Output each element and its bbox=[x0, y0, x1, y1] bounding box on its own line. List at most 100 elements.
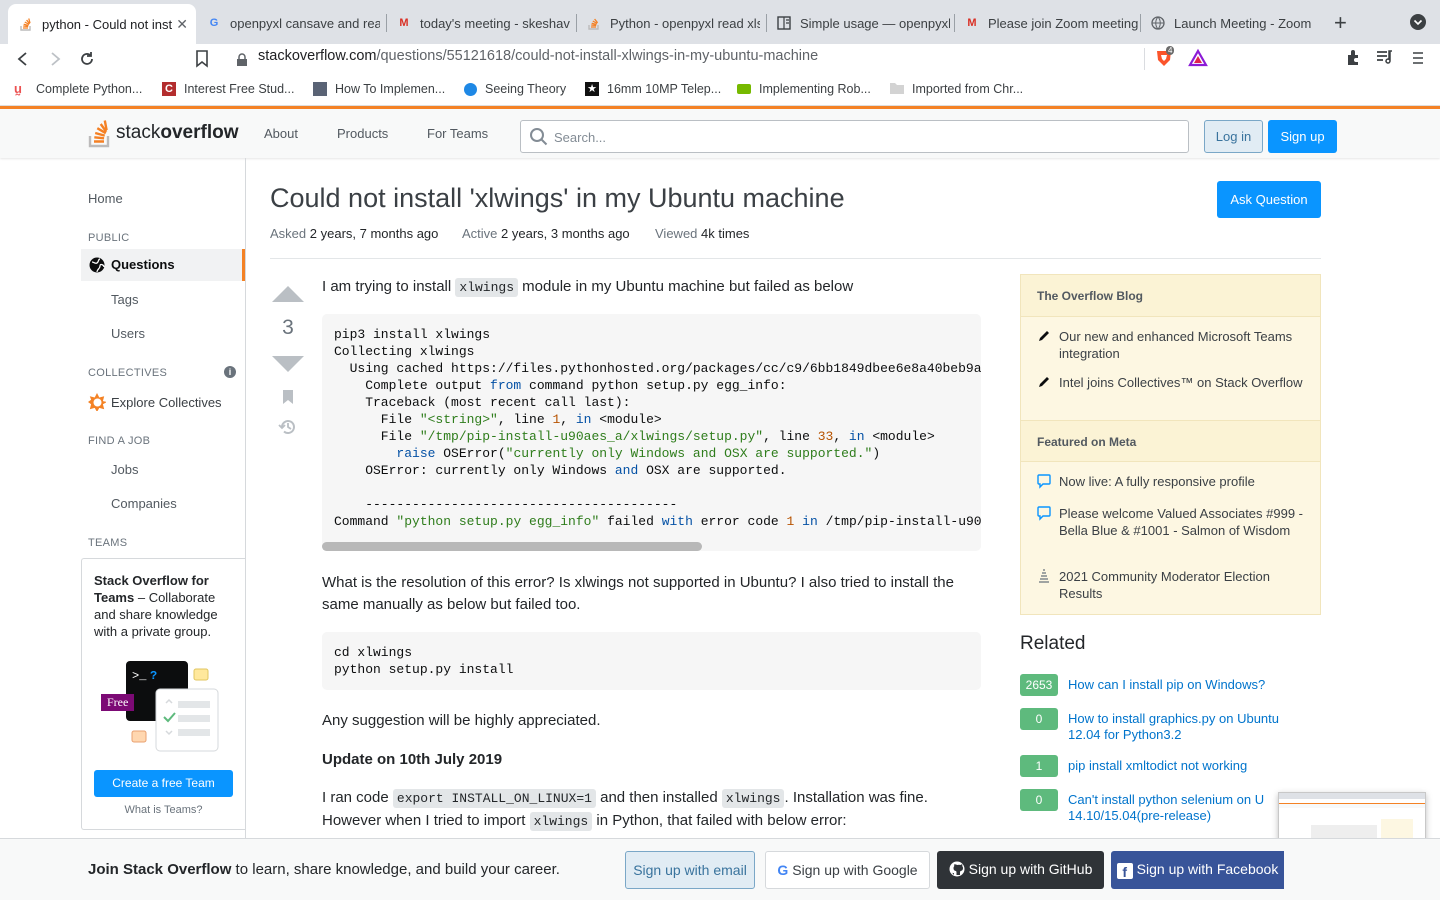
related-item[interactable]: 2653 How can I install pip on Windows? bbox=[1020, 674, 1320, 696]
code-text: /tmp/pip-install-u90 bbox=[817, 514, 981, 529]
create-team-button[interactable]: Create a free Team bbox=[94, 770, 233, 797]
bookmark-label: How To Implemen... bbox=[335, 82, 446, 96]
tab-python-openpyxl-read[interactable]: Python - openpyxl read xls bbox=[576, 8, 766, 38]
nav-teams-heading: TEAMS bbox=[88, 537, 128, 549]
info-icon[interactable]: i bbox=[224, 366, 236, 378]
related-title[interactable]: pip install xmltodict not working bbox=[1068, 758, 1247, 777]
code-string: "<string>" bbox=[419, 412, 498, 427]
brave-shield-icon[interactable]: 4 bbox=[1154, 46, 1175, 68]
url-path: /questions/55121618/could-not-install-xl… bbox=[376, 48, 819, 64]
bookmark-question-icon[interactable] bbox=[281, 389, 295, 410]
close-tab-icon[interactable]: ✕ bbox=[176, 16, 188, 33]
blog-link-intel-collectives[interactable]: Intel joins Collectives™ on Stack Overfl… bbox=[1059, 374, 1309, 391]
signup-github-button[interactable]: Sign up with GitHub bbox=[937, 851, 1104, 889]
text: module in my Ubuntu machine but failed a… bbox=[518, 278, 854, 295]
globe-favicon-icon bbox=[1150, 15, 1166, 31]
code-text: <module> bbox=[864, 429, 935, 444]
tab-launch-meeting-zoom[interactable]: Launch Meeting - Zoom bbox=[1140, 8, 1318, 38]
blog-link-teams-integration[interactable]: Our new and enhanced Microsoft Teams int… bbox=[1059, 328, 1309, 362]
nav-companies[interactable]: Companies bbox=[111, 496, 177, 511]
code-text: OSError: currently only Windows bbox=[334, 463, 615, 478]
nvidia-icon bbox=[737, 84, 751, 94]
collectives-icon bbox=[88, 393, 106, 411]
related-title[interactable]: How can I install pip on Windows? bbox=[1068, 677, 1265, 696]
folder-icon bbox=[890, 82, 904, 96]
ask-question-button[interactable]: Ask Question bbox=[1217, 181, 1321, 218]
back-icon[interactable] bbox=[14, 50, 32, 73]
downvote-icon[interactable] bbox=[271, 355, 305, 378]
code-horizontal-scrollbar[interactable] bbox=[322, 542, 702, 551]
nav-home[interactable]: Home bbox=[88, 191, 123, 206]
signup-email-button[interactable]: Sign up with email bbox=[625, 851, 755, 889]
nav-tags[interactable]: Tags bbox=[111, 292, 138, 307]
banner-text: Join Stack Overflow to learn, share know… bbox=[88, 861, 560, 878]
bookmark-16mm[interactable]: ★ 16mm 10MP Telep... bbox=[585, 82, 721, 96]
tab-search-icon[interactable] bbox=[1410, 14, 1426, 30]
code-text: File bbox=[334, 412, 420, 427]
nav-collectives-heading: COLLECTIVES bbox=[88, 367, 168, 379]
bookmark-implementing-rob[interactable]: Implementing Rob... bbox=[737, 82, 871, 96]
code-line: Collecting xlwings bbox=[334, 344, 475, 359]
so-logo[interactable]: stack overflow bbox=[88, 117, 238, 149]
reload-icon[interactable] bbox=[77, 49, 97, 74]
code-text: ) bbox=[872, 446, 881, 461]
bookmark-seeing-theory[interactable]: Seeing Theory bbox=[464, 82, 566, 96]
question-title[interactable]: Could not install 'xlwings' in my Ubuntu… bbox=[270, 183, 845, 214]
bookmark-complete-python[interactable]: ṵ Complete Python... bbox=[14, 81, 142, 97]
related-item[interactable]: 0 How to install graphics.py on Ubuntu 12… bbox=[1020, 708, 1320, 743]
history-icon[interactable] bbox=[278, 418, 298, 441]
related-item[interactable]: 0 Can't install python selenium on U 14.1… bbox=[1020, 789, 1320, 824]
forward-icon[interactable] bbox=[46, 50, 64, 73]
nav-about[interactable]: About bbox=[264, 126, 298, 141]
meta-link-responsive-profile[interactable]: Now live: A fully responsive profile bbox=[1059, 473, 1309, 490]
login-button[interactable]: Log in bbox=[1204, 120, 1263, 153]
meta-link-valued-associates[interactable]: Please welcome Valued Associates #999 - … bbox=[1059, 505, 1309, 539]
signup-button[interactable]: Sign up bbox=[1268, 120, 1337, 153]
nav-for-teams[interactable]: For Teams bbox=[427, 126, 488, 141]
related-title[interactable]: Can't install python selenium on U 14.10… bbox=[1068, 792, 1268, 824]
code-line: Using cached https://files.pythonhosted.… bbox=[334, 361, 981, 376]
media-queue-icon[interactable] bbox=[1376, 49, 1394, 70]
code-text: <module> bbox=[591, 412, 662, 427]
udemy-icon: ṵ bbox=[14, 81, 22, 96]
bookmark-label: Imported from Chr... bbox=[912, 82, 1024, 96]
extensions-icon[interactable] bbox=[1345, 48, 1363, 71]
menu-icon[interactable] bbox=[1412, 50, 1424, 71]
bookmark-imported-folder[interactable]: Imported from Chr... bbox=[890, 82, 1023, 96]
svg-text:?: ? bbox=[150, 669, 157, 683]
gmail-favicon-icon: M bbox=[399, 17, 409, 29]
nav-jobs[interactable]: Jobs bbox=[111, 462, 138, 477]
what-is-teams-link[interactable]: What is Teams? bbox=[82, 804, 245, 816]
nav-users[interactable]: Users bbox=[111, 326, 145, 341]
url-bar[interactable]: stackoverflow.com/questions/55121618/cou… bbox=[258, 48, 818, 64]
bookmark-icon[interactable] bbox=[194, 49, 210, 74]
upvote-icon[interactable] bbox=[271, 285, 305, 308]
nav-questions[interactable]: Questions bbox=[81, 249, 245, 281]
related-title[interactable]: How to install graphics.py on Ubuntu 12.… bbox=[1068, 711, 1303, 743]
bookmark-how-to-implement[interactable]: How To Implemen... bbox=[313, 82, 445, 96]
nav-products[interactable]: Products bbox=[337, 126, 388, 141]
tab-title: openpyxl cansave and reac bbox=[230, 15, 380, 31]
tab-openpyxl-cansave[interactable]: G openpyxl cansave and reac bbox=[196, 8, 386, 38]
meta-viewed-value: 4k times bbox=[701, 226, 750, 241]
search-input[interactable]: Search... bbox=[520, 120, 1189, 153]
question-paragraph-4: I ran code export INSTALL_ON_LINUX=1 and… bbox=[322, 787, 982, 833]
brave-rewards-icon[interactable] bbox=[1188, 48, 1208, 73]
update-heading: Update on 10th July 2019 bbox=[322, 751, 503, 768]
bookmark-label: Seeing Theory bbox=[485, 82, 567, 96]
tab-python-could-not-install[interactable]: python - Could not inst ✕ bbox=[8, 4, 196, 44]
signup-facebook-button[interactable]: f Sign up with Facebook bbox=[1111, 851, 1284, 889]
tab-todays-meeting[interactable]: M today's meeting - skeshav bbox=[386, 8, 576, 38]
text: and then installed bbox=[595, 789, 722, 806]
tab-simple-usage[interactable]: Simple usage — openpyxl bbox=[766, 8, 954, 38]
meta-link-election-results[interactable]: 2021 Community Moderator Election Result… bbox=[1059, 568, 1309, 602]
nav-explore-collectives[interactable]: Explore Collectives bbox=[88, 393, 222, 411]
tab-please-join-zoom[interactable]: M Please join Zoom meeting bbox=[954, 8, 1140, 38]
signup-google-button[interactable]: G Sign up with Google bbox=[765, 851, 930, 889]
new-tab-icon[interactable]: + bbox=[1334, 10, 1347, 36]
bookmark-interest-free[interactable]: C Interest Free Stud... bbox=[162, 82, 294, 96]
stackoverflow-logo-icon bbox=[88, 120, 110, 148]
tab-title: python - Could not inst bbox=[42, 16, 173, 32]
related-item[interactable]: 1 pip install xmltodict not working bbox=[1020, 755, 1320, 777]
